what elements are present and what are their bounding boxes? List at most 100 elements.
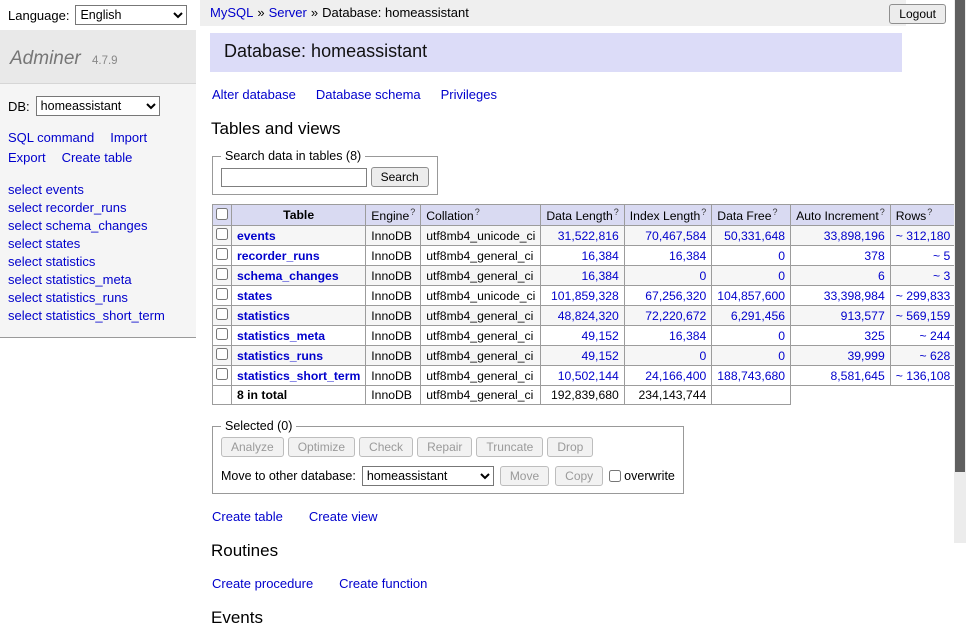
rows-cell: ~ 628 xyxy=(890,346,956,366)
sidebar-link-select-statistics-meta[interactable]: select statistics_meta xyxy=(8,271,188,289)
link-create-view[interactable]: Create view xyxy=(309,509,378,524)
move-database-select[interactable]: homeassistant xyxy=(362,466,494,486)
row-checkbox-schema-changes[interactable] xyxy=(216,268,228,280)
engine-cell: InnoDB xyxy=(366,246,421,266)
sidebar-link-select-states[interactable]: select states xyxy=(8,235,188,253)
link-create-procedure[interactable]: Create procedure xyxy=(212,576,313,591)
language-select[interactable]: English xyxy=(75,5,187,25)
rows-link-statistics[interactable]: ~ 569,159 xyxy=(896,309,951,323)
search-fieldset: Search data in tables (8) Search xyxy=(212,149,438,195)
engine-cell: InnoDB xyxy=(366,326,421,346)
table-link-statistics-short-term[interactable]: statistics_short_term xyxy=(237,369,360,383)
sidebar-link-select-statistics-runs[interactable]: select statistics_runs xyxy=(8,289,188,307)
table-link-recorder-runs[interactable]: recorder_runs xyxy=(237,249,320,263)
table-link-events[interactable]: events xyxy=(237,229,276,243)
search-legend: Search data in tables (8) xyxy=(221,149,365,163)
row-checkbox-statistics[interactable] xyxy=(216,308,228,320)
optimize-button[interactable]: Optimize xyxy=(288,437,355,457)
row-checkbox-statistics-short-term[interactable] xyxy=(216,368,228,380)
auto-increment-cell: 39,999 xyxy=(791,346,891,366)
sidebar-link-select-schema-changes[interactable]: select schema_changes xyxy=(8,217,188,235)
check-button[interactable]: Check xyxy=(359,437,413,457)
breadcrumb: MySQL»Server»Database: homeassistant xyxy=(200,0,906,26)
column-header-rows: Rows? xyxy=(890,205,956,226)
row-checkbox-statistics-runs[interactable] xyxy=(216,348,228,360)
breadcrumb-link-mysql[interactable]: MySQL xyxy=(210,5,253,20)
table-link-statistics-runs[interactable]: statistics_runs xyxy=(237,349,323,363)
index-length-cell: 16,384 xyxy=(624,246,712,266)
table-link-schema-changes[interactable]: schema_changes xyxy=(237,269,339,283)
select-all-checkbox[interactable] xyxy=(216,208,228,220)
index-length-cell: 72,220,672 xyxy=(624,306,712,326)
row-select-cell xyxy=(213,266,232,286)
auto-increment-cell: 6 xyxy=(791,266,891,286)
scrollbar[interactable] xyxy=(954,0,966,543)
data-free-cell: 104,857,600 xyxy=(712,286,791,306)
sidebar-link-select-events[interactable]: select events xyxy=(8,181,188,199)
tables-list: TableEngine?Collation?Data Length?Index … xyxy=(212,204,966,405)
main-content: Database: homeassistant Alter database Da… xyxy=(210,33,902,638)
nav-link-privileges[interactable]: Privileges xyxy=(441,87,497,102)
search-button[interactable]: Search xyxy=(371,167,429,187)
row-checkbox-states[interactable] xyxy=(216,288,228,300)
sidebar-link-create-table[interactable]: Create table xyxy=(62,150,133,165)
data-length-cell: 16,384 xyxy=(541,266,624,286)
data-length-cell: 48,824,320 xyxy=(541,306,624,326)
totals-empty-cell xyxy=(213,386,232,405)
analyze-button[interactable]: Analyze xyxy=(221,437,284,457)
db-select[interactable]: homeassistant xyxy=(36,96,160,116)
totals-index-length-cell: 234,143,744 xyxy=(624,386,712,405)
logout-button[interactable]: Logout xyxy=(889,4,946,24)
selected-fieldset: Selected (0) AnalyzeOptimizeCheckRepairT… xyxy=(212,419,684,494)
app-name: Adminer xyxy=(10,48,81,69)
rows-link-schema-changes[interactable]: ~ 3 xyxy=(933,269,950,283)
rows-link-statistics-runs[interactable]: ~ 628 xyxy=(919,349,950,363)
table-name-cell: statistics_runs xyxy=(232,346,366,366)
data-length-cell: 31,522,816 xyxy=(541,226,624,246)
rows-link-events[interactable]: ~ 312,180 xyxy=(896,229,951,243)
link-create-function[interactable]: Create function xyxy=(339,576,427,591)
link-create-table[interactable]: Create table xyxy=(212,509,283,524)
scrollbar-thumb[interactable] xyxy=(955,0,965,472)
breadcrumb-link-server[interactable]: Server xyxy=(269,5,307,20)
auto-increment-cell: 325 xyxy=(791,326,891,346)
copy-button[interactable]: Copy xyxy=(555,466,603,486)
sidebar-link-sql-command[interactable]: SQL command xyxy=(8,130,94,145)
rows-link-states[interactable]: ~ 299,833 xyxy=(896,289,951,303)
engine-cell: InnoDB xyxy=(366,306,421,326)
sidebar-link-export[interactable]: Export xyxy=(8,150,46,165)
move-button[interactable]: Move xyxy=(500,466,549,486)
row-checkbox-statistics-meta[interactable] xyxy=(216,328,228,340)
index-length-cell: 67,256,320 xyxy=(624,286,712,306)
sidebar-link-select-recorder-runs[interactable]: select recorder_runs xyxy=(8,199,188,217)
move-row: Move to other database: homeassistant Mo… xyxy=(221,466,675,486)
sidebar-link-select-statistics[interactable]: select statistics xyxy=(8,253,188,271)
row-checkbox-events[interactable] xyxy=(216,228,228,240)
sidebar-link-select-statistics-short-term[interactable]: select statistics_short_term xyxy=(8,307,188,325)
engine-cell: InnoDB xyxy=(366,266,421,286)
rows-link-statistics-short-term[interactable]: ~ 136,108 xyxy=(896,369,951,383)
page-title: Database: homeassistant xyxy=(210,33,902,72)
table-link-states[interactable]: states xyxy=(237,289,272,303)
truncate-button[interactable]: Truncate xyxy=(476,437,543,457)
table-name-cell: states xyxy=(232,286,366,306)
overwrite-option: overwrite xyxy=(609,469,675,483)
search-input[interactable] xyxy=(221,168,367,187)
rows-link-recorder-runs[interactable]: ~ 5 xyxy=(933,249,950,263)
nav-link-alter-database[interactable]: Alter database xyxy=(212,87,296,102)
rows-link-statistics-meta[interactable]: ~ 244 xyxy=(919,329,950,343)
nav-link-database-schema[interactable]: Database schema xyxy=(316,87,421,102)
overwrite-checkbox[interactable] xyxy=(609,470,621,482)
index-length-cell: 0 xyxy=(624,346,712,366)
rows-cell: ~ 244 xyxy=(890,326,956,346)
table-link-statistics-meta[interactable]: statistics_meta xyxy=(237,329,325,343)
table-row-statistics-meta: statistics_metaInnoDButf8mb4_general_ci4… xyxy=(213,326,966,346)
drop-button[interactable]: Drop xyxy=(547,437,593,457)
data-free-cell: 188,743,680 xyxy=(712,366,791,386)
repair-button[interactable]: Repair xyxy=(417,437,472,457)
sidebar-link-import[interactable]: Import xyxy=(110,130,147,145)
row-checkbox-recorder-runs[interactable] xyxy=(216,248,228,260)
table-row-schema-changes: schema_changesInnoDButf8mb4_general_ci16… xyxy=(213,266,966,286)
rows-cell: ~ 312,180 xyxy=(890,226,956,246)
table-link-statistics[interactable]: statistics xyxy=(237,309,290,323)
